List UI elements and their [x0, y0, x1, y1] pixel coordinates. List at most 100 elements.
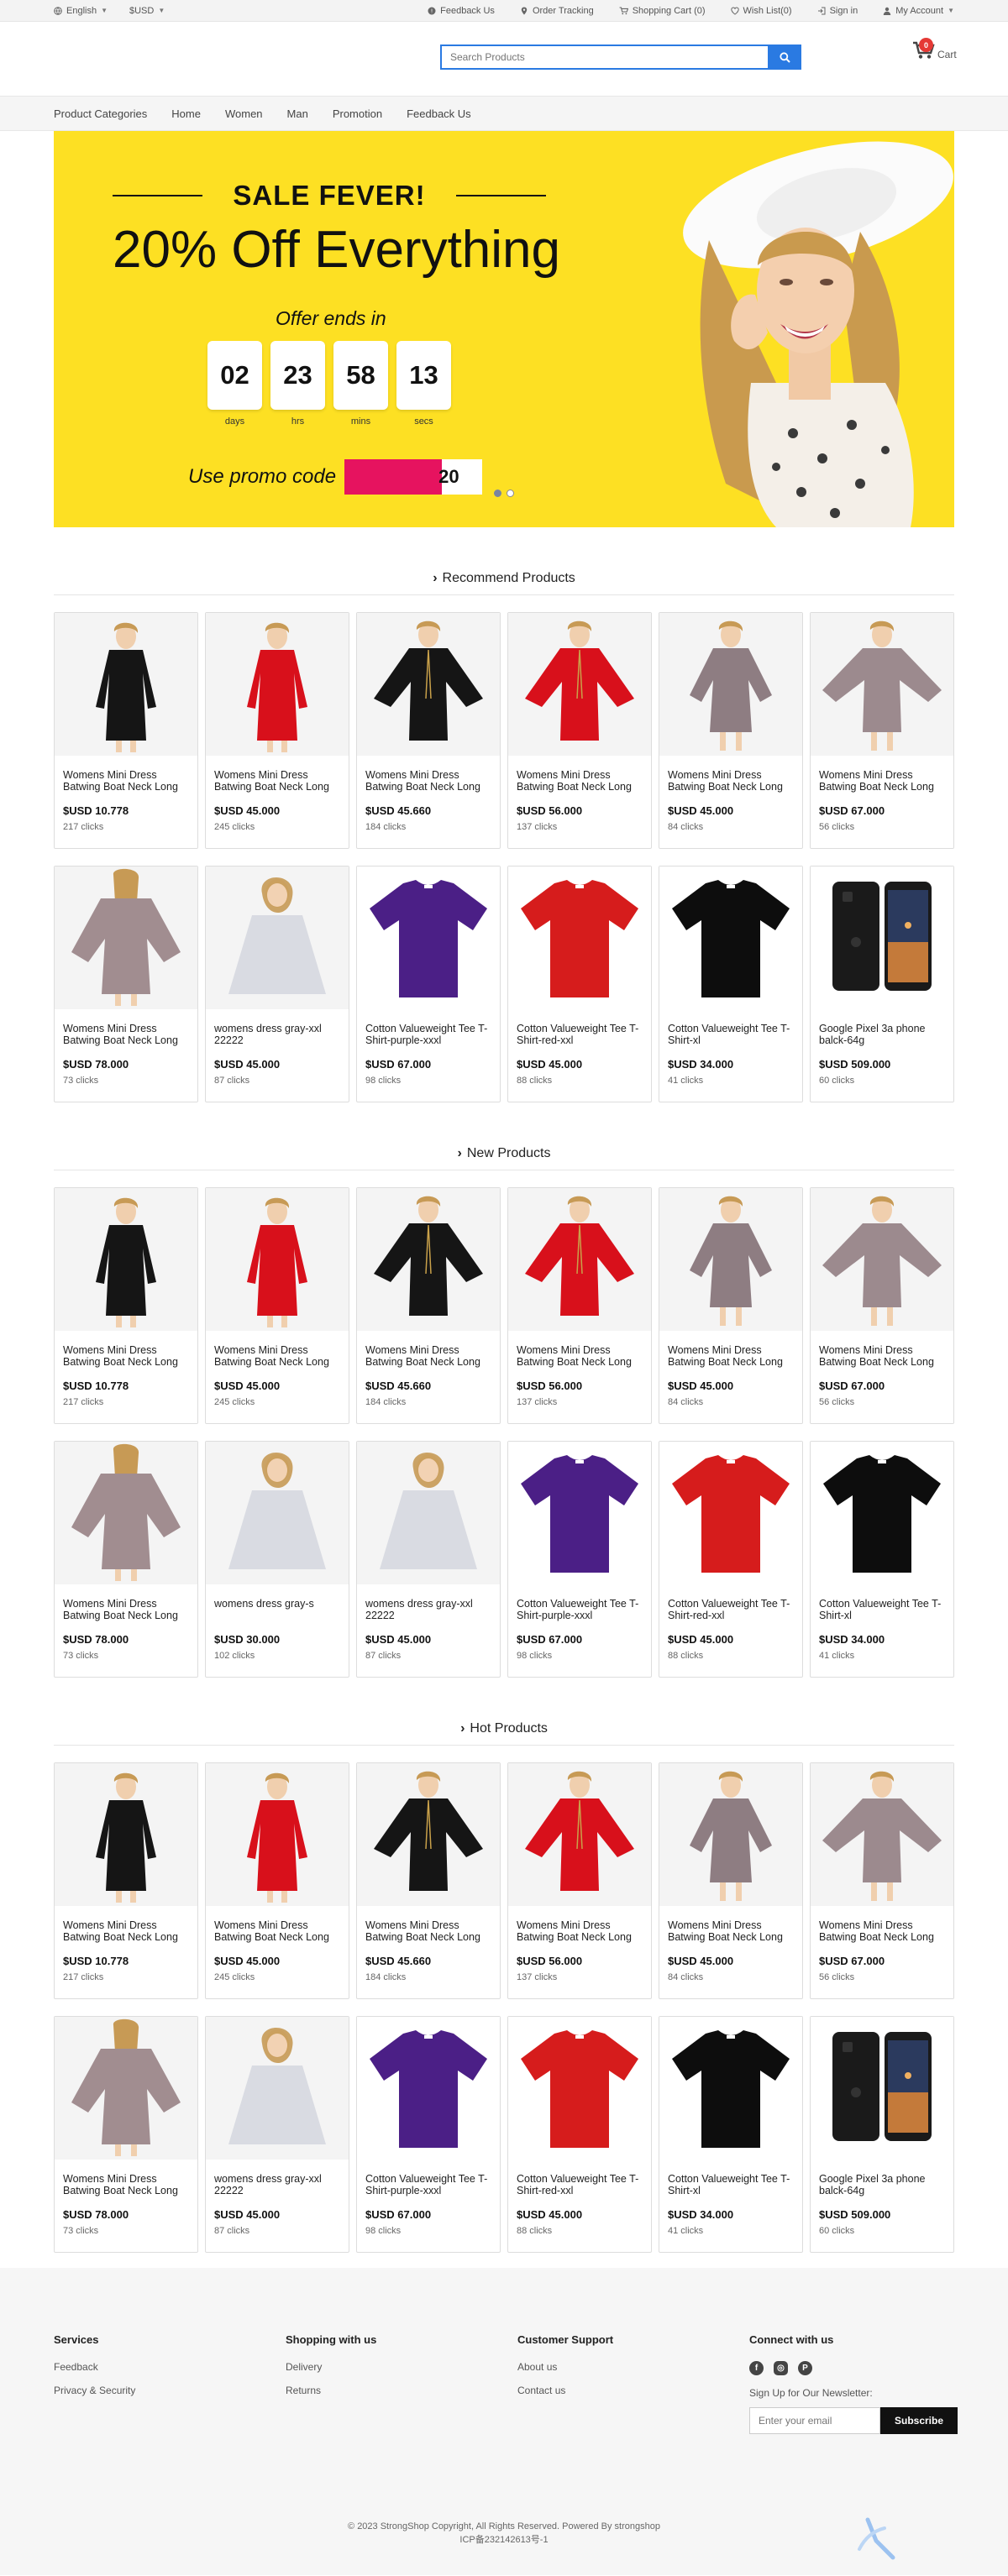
product-image[interactable]	[357, 867, 500, 1009]
product-card[interactable]: Womens Mini Dress Batwing Boat Neck Long…	[507, 1762, 652, 1999]
product-name[interactable]: Womens Mini Dress Batwing Boat Neck Long	[55, 1919, 197, 1943]
product-image[interactable]	[811, 1442, 953, 1584]
footer-link-returns[interactable]: Returns	[286, 2385, 376, 2396]
nav-feedback-us[interactable]: Feedback Us	[407, 107, 471, 120]
product-card[interactable]: Womens Mini Dress Batwing Boat Neck Long…	[54, 2016, 198, 2253]
product-image[interactable]	[659, 867, 802, 1009]
newsletter-email-input[interactable]	[749, 2407, 880, 2434]
product-image[interactable]	[55, 1763, 197, 1906]
footer-link-contact[interactable]: Contact us	[517, 2385, 613, 2396]
product-card[interactable]: Cotton Valueweight Tee T-Shirt-red-xxl $U…	[507, 2016, 652, 2253]
product-name[interactable]: Womens Mini Dress Batwing Boat Neck Long	[206, 1344, 349, 1368]
product-name[interactable]: Womens Mini Dress Batwing Boat Neck Long	[508, 1344, 651, 1368]
product-image[interactable]	[508, 613, 651, 756]
product-name[interactable]: Google Pixel 3a phone balck-64g	[811, 2173, 953, 2196]
product-card[interactable]: Cotton Valueweight Tee T-Shirt-xl $USD 34…	[810, 1441, 954, 1678]
product-name[interactable]: Womens Mini Dress Batwing Boat Neck Long	[55, 769, 197, 793]
product-name[interactable]: Cotton Valueweight Tee T-Shirt-xl	[811, 1598, 953, 1621]
product-card[interactable]: Womens Mini Dress Batwing Boat Neck Long…	[356, 612, 501, 849]
product-image[interactable]	[659, 2017, 802, 2160]
footer-link-privacy[interactable]: Privacy & Security	[54, 2385, 135, 2396]
carousel-dot-2[interactable]	[507, 490, 514, 497]
product-image[interactable]	[811, 1763, 953, 1906]
product-card[interactable]: Womens Mini Dress Batwing Boat Neck Long…	[507, 612, 652, 849]
product-card[interactable]: womens dress gray-xxl 22222 $USD 45.000 87…	[205, 866, 349, 1102]
product-image[interactable]	[206, 867, 349, 1009]
product-image[interactable]	[55, 1442, 197, 1584]
nav-home[interactable]: Home	[171, 107, 201, 120]
product-name[interactable]: Cotton Valueweight Tee T-Shirt-red-xxl	[508, 2173, 651, 2196]
product-card[interactable]: Womens Mini Dress Batwing Boat Neck Long…	[54, 1187, 198, 1424]
product-card[interactable]: Cotton Valueweight Tee T-Shirt-red-xxl $U…	[659, 1441, 803, 1678]
product-image[interactable]	[508, 1763, 651, 1906]
product-card[interactable]: Womens Mini Dress Batwing Boat Neck Long…	[205, 612, 349, 849]
nav-product-categories[interactable]: Product Categories	[54, 107, 147, 120]
product-card[interactable]: Google Pixel 3a phone balck-64g $USD 509.…	[810, 866, 954, 1102]
product-image[interactable]	[659, 1442, 802, 1584]
search-input[interactable]	[440, 45, 768, 70]
product-name[interactable]: Womens Mini Dress Batwing Boat Neck Long	[659, 769, 802, 793]
product-name[interactable]: Womens Mini Dress Batwing Boat Neck Long	[508, 769, 651, 793]
product-name[interactable]: Womens Mini Dress Batwing Boat Neck Long	[811, 1919, 953, 1943]
product-image[interactable]	[55, 867, 197, 1009]
product-card[interactable]: Cotton Valueweight Tee T-Shirt-xl $USD 34…	[659, 2016, 803, 2253]
product-name[interactable]: Cotton Valueweight Tee T-Shirt-xl	[659, 2173, 802, 2196]
product-name[interactable]: womens dress gray-xxl 22222	[357, 1598, 500, 1621]
product-card[interactable]: Womens Mini Dress Batwing Boat Neck Long…	[507, 1187, 652, 1424]
product-card[interactable]: Womens Mini Dress Batwing Boat Neck Long…	[54, 612, 198, 849]
product-name[interactable]: Google Pixel 3a phone balck-64g	[811, 1023, 953, 1046]
product-image[interactable]	[206, 2017, 349, 2160]
product-card[interactable]: Cotton Valueweight Tee T-Shirt-purple-xx…	[507, 1441, 652, 1678]
product-name[interactable]: womens dress gray-xxl 22222	[206, 2173, 349, 2196]
header-cart[interactable]: 0 Cart	[912, 38, 957, 60]
product-name[interactable]: Womens Mini Dress Batwing Boat Neck Long	[357, 769, 500, 793]
product-image[interactable]	[357, 1188, 500, 1331]
product-card[interactable]: Womens Mini Dress Batwing Boat Neck Long…	[54, 1441, 198, 1678]
product-image[interactable]	[206, 613, 349, 756]
product-image[interactable]	[206, 1442, 349, 1584]
order-tracking-link[interactable]: Order Tracking	[520, 6, 594, 16]
product-image[interactable]	[508, 867, 651, 1009]
product-card[interactable]: Womens Mini Dress Batwing Boat Neck Long…	[54, 866, 198, 1102]
product-card[interactable]: Womens Mini Dress Batwing Boat Neck Long…	[659, 1187, 803, 1424]
product-name[interactable]: Womens Mini Dress Batwing Boat Neck Long	[811, 1344, 953, 1368]
product-name[interactable]: Womens Mini Dress Batwing Boat Neck Long	[357, 1919, 500, 1943]
nav-promotion[interactable]: Promotion	[333, 107, 382, 120]
product-card[interactable]: Womens Mini Dress Batwing Boat Neck Long…	[659, 1762, 803, 1999]
product-name[interactable]: Womens Mini Dress Batwing Boat Neck Long	[508, 1919, 651, 1943]
shopping-cart-link[interactable]: Shopping Cart (0)	[619, 6, 706, 16]
carousel-dot-1[interactable]	[494, 490, 501, 497]
product-image[interactable]	[357, 1442, 500, 1584]
product-name[interactable]: Cotton Valueweight Tee T-Shirt-purple-xx…	[357, 2173, 500, 2196]
product-card[interactable]: Womens Mini Dress Batwing Boat Neck Long…	[810, 1762, 954, 1999]
product-card[interactable]: womens dress gray-xxl 22222 $USD 45.000 87…	[205, 2016, 349, 2253]
nav-women[interactable]: Women	[225, 107, 263, 120]
product-name[interactable]: Womens Mini Dress Batwing Boat Neck Long	[206, 1919, 349, 1943]
product-name[interactable]: Womens Mini Dress Batwing Boat Neck Long	[55, 1023, 197, 1046]
product-card[interactable]: Womens Mini Dress Batwing Boat Neck Long…	[659, 612, 803, 849]
product-image[interactable]	[508, 1188, 651, 1331]
wishlist-link[interactable]: Wish List(0)	[730, 6, 792, 16]
footer-link-about[interactable]: About us	[517, 2361, 613, 2373]
product-card[interactable]: Womens Mini Dress Batwing Boat Neck Long…	[54, 1762, 198, 1999]
product-name[interactable]: Womens Mini Dress Batwing Boat Neck Long	[55, 1598, 197, 1621]
product-image[interactable]	[811, 613, 953, 756]
product-card[interactable]: Womens Mini Dress Batwing Boat Neck Long…	[356, 1762, 501, 1999]
product-card[interactable]: Womens Mini Dress Batwing Boat Neck Long…	[810, 1187, 954, 1424]
product-card[interactable]: Womens Mini Dress Batwing Boat Neck Long…	[205, 1187, 349, 1424]
facebook-icon[interactable]: f	[749, 2361, 764, 2375]
product-name[interactable]: Cotton Valueweight Tee T-Shirt-purple-xx…	[508, 1598, 651, 1621]
product-name[interactable]: Womens Mini Dress Batwing Boat Neck Long	[659, 1919, 802, 1943]
product-name[interactable]: Womens Mini Dress Batwing Boat Neck Long	[55, 1344, 197, 1368]
product-name[interactable]: Womens Mini Dress Batwing Boat Neck Long	[55, 2173, 197, 2196]
product-name[interactable]: Cotton Valueweight Tee T-Shirt-red-xxl	[659, 1598, 802, 1621]
product-image[interactable]	[206, 1188, 349, 1331]
search-button[interactable]	[768, 45, 801, 70]
footer-link-feedback[interactable]: Feedback	[54, 2361, 135, 2373]
product-image[interactable]	[206, 1763, 349, 1906]
product-card[interactable]: Womens Mini Dress Batwing Boat Neck Long…	[810, 612, 954, 849]
product-card[interactable]: Cotton Valueweight Tee T-Shirt-purple-xx…	[356, 866, 501, 1102]
product-name[interactable]: womens dress gray-xxl 22222	[206, 1023, 349, 1046]
product-image[interactable]	[508, 1442, 651, 1584]
product-name[interactable]: Cotton Valueweight Tee T-Shirt-red-xxl	[508, 1023, 651, 1046]
